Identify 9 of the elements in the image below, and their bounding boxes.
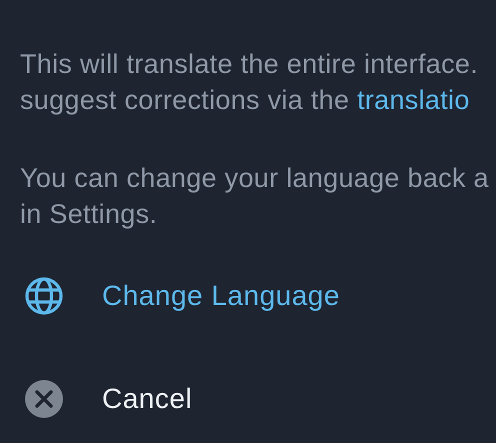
paragraph-line: in Settings. — [20, 198, 158, 231]
change-language-button[interactable]: Change Language — [20, 266, 496, 326]
translation-link[interactable]: translatio — [357, 85, 470, 115]
globe-icon — [24, 276, 64, 316]
cancel-button[interactable]: Cancel — [20, 369, 496, 429]
paragraph-line: You can change your language back a — [20, 162, 490, 195]
close-icon — [24, 379, 64, 419]
paragraph-line: suggest corrections via the translatio — [20, 84, 471, 117]
paragraph-line: This will translate the entire interface. — [20, 48, 479, 81]
